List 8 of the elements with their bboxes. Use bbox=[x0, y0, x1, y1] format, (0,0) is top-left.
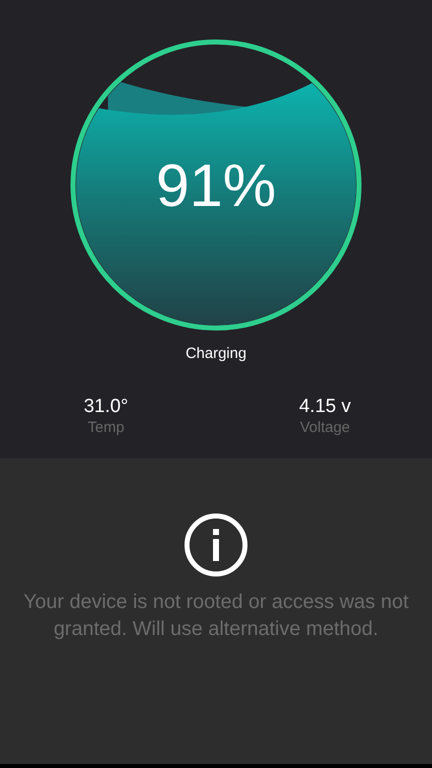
battery-percent: 91% bbox=[156, 150, 276, 220]
notice-message: Your device is not rooted or access was not granted. Will use alternative method. bbox=[23, 590, 409, 642]
info-icon bbox=[184, 513, 248, 577]
stat-label: Temp bbox=[88, 419, 124, 436]
charging-status: Charging bbox=[186, 345, 246, 362]
stat-value: 4.15 v bbox=[299, 396, 351, 418]
stat-value: 31.0° bbox=[84, 396, 128, 418]
stat-label: Voltage bbox=[300, 419, 350, 436]
